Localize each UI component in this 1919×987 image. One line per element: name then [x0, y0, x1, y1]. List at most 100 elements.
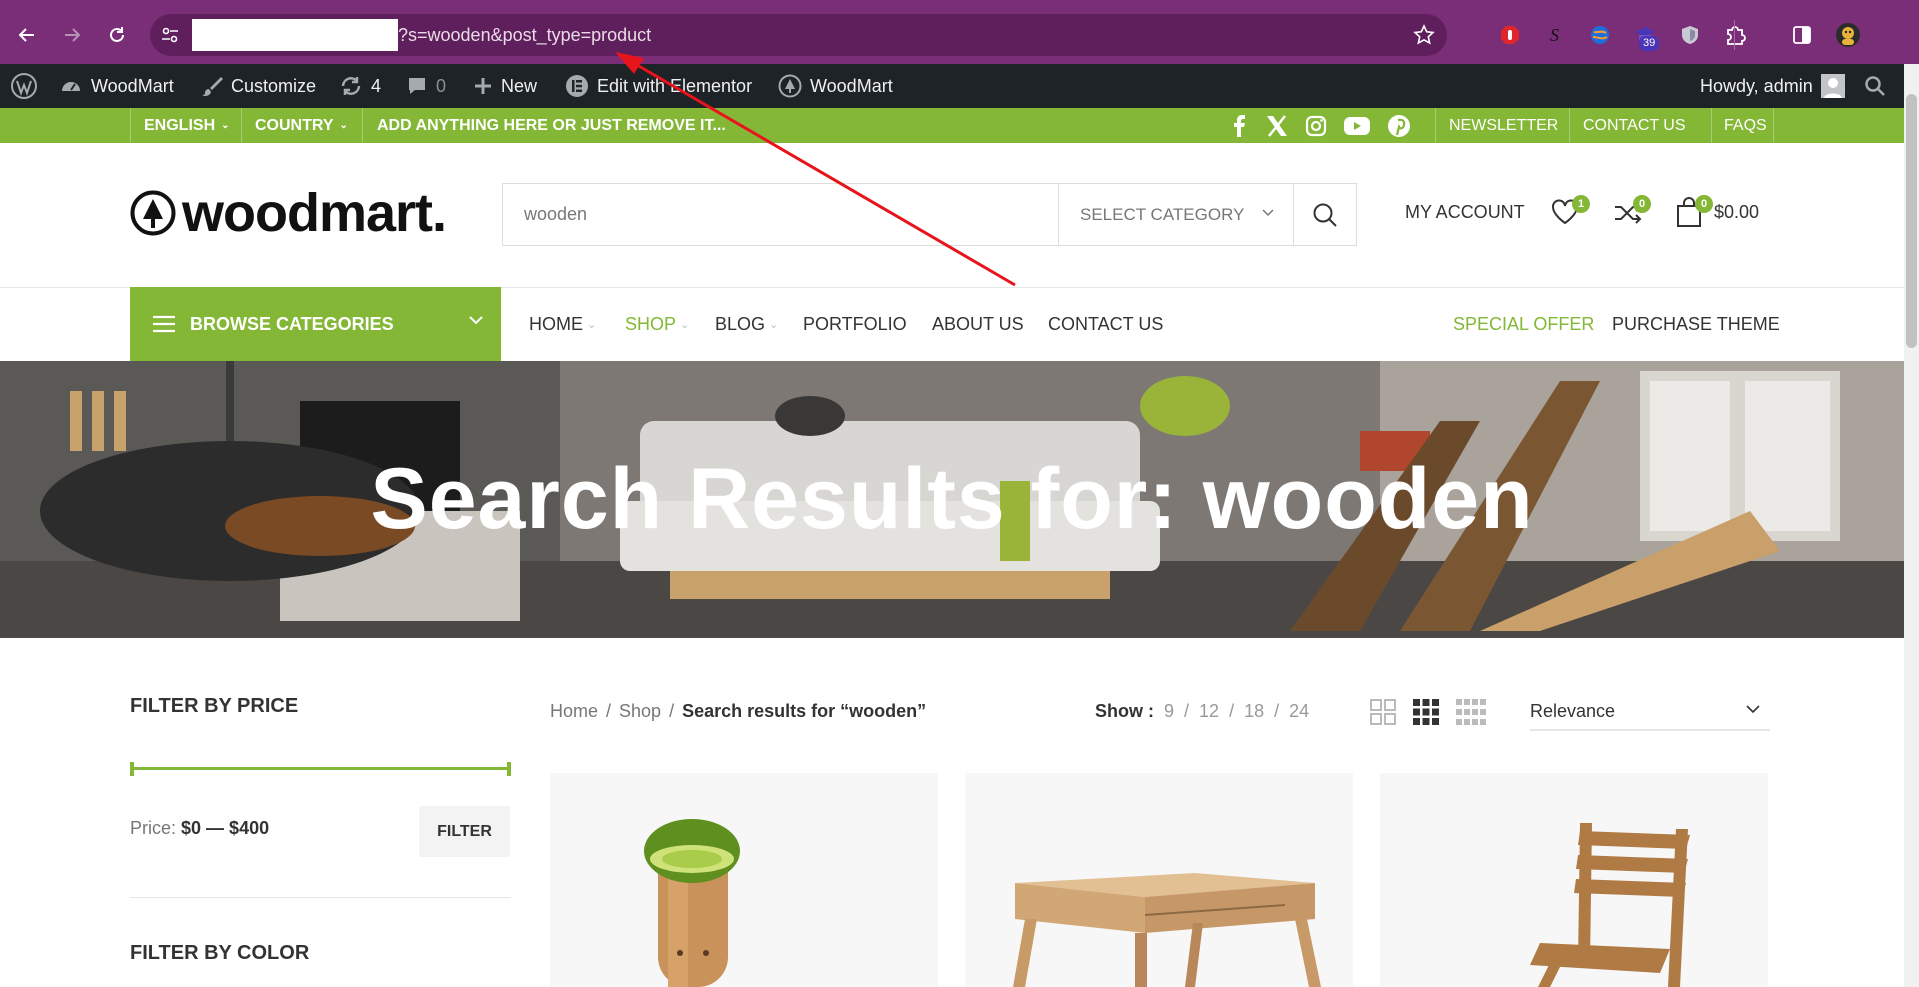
back-button[interactable]	[12, 20, 42, 50]
topbar-divider	[1569, 108, 1570, 143]
wordpress-logo-icon[interactable]	[10, 64, 38, 108]
nav-item-about-us[interactable]: ABOUT US	[932, 287, 1024, 361]
topbar-link-faqs[interactable]: FAQS	[1724, 108, 1767, 143]
page-scrollbar-thumb[interactable]	[1906, 94, 1917, 348]
logo-text: woodmart.	[182, 183, 447, 243]
nav-item-label: SHOP	[625, 313, 677, 334]
topbar-divider	[1773, 108, 1774, 143]
topbar-link-contact[interactable]: CONTACT US	[1583, 108, 1686, 143]
search-category-label: SELECT CATEGORY	[1080, 204, 1245, 224]
nav-purchase-theme[interactable]: PURCHASE THEME	[1612, 287, 1780, 361]
breadcrumb-shop[interactable]: Shop	[619, 701, 661, 722]
url-text[interactable]: ?s=wooden&post_type=product	[398, 25, 651, 46]
breadcrumb: Home / Shop / Search results for “wooden”	[550, 701, 927, 722]
sort-select[interactable]: Relevance	[1530, 693, 1770, 731]
grid-2-columns-icon[interactable]	[1370, 699, 1396, 725]
extension-globe-icon[interactable]	[1587, 22, 1613, 48]
product-image-wooden-chair	[1380, 773, 1768, 987]
cart-button[interactable]: $0.00	[1676, 196, 1759, 228]
adminbar-search-icon[interactable]	[1864, 64, 1886, 108]
adminbar-howdy: Howdy, admin	[1700, 75, 1813, 96]
brush-icon	[202, 77, 223, 96]
my-account-link[interactable]: MY ACCOUNT	[1405, 202, 1525, 223]
facebook-icon[interactable]	[1232, 108, 1246, 143]
site-topbar: ENGLISH ⌄ COUNTRY ⌄ ADD ANYTHING HERE OR J…	[0, 108, 1904, 143]
adminbar-site-link[interactable]: WoodMart	[59, 64, 174, 108]
browse-categories-label: BROWSE CATEGORIES	[190, 313, 394, 334]
adminbar-theme-link[interactable]: WoodMart	[778, 64, 893, 108]
topbar-divider	[1435, 108, 1436, 143]
adminbar-account[interactable]: Howdy, admin	[1700, 64, 1845, 108]
extension-adblock-icon[interactable]	[1497, 22, 1523, 48]
show-label: Show :	[1095, 701, 1154, 721]
search-category-select[interactable]: SELECT CATEGORY	[1058, 184, 1294, 245]
per-page-option[interactable]: 18	[1244, 701, 1264, 722]
reload-button[interactable]	[102, 20, 132, 50]
breadcrumb-home[interactable]: Home	[550, 701, 598, 722]
adminbar-elementor-link[interactable]: Edit with Elementor	[565, 64, 752, 108]
browse-categories-button[interactable]: BROWSE CATEGORIES	[130, 287, 501, 361]
adminbar-updates-link[interactable]: 4	[339, 64, 381, 108]
filter-price-title: FILTER BY PRICE	[130, 695, 299, 717]
updates-icon	[341, 77, 361, 95]
chevron-down-icon	[1262, 209, 1274, 217]
price-range-value: $0 — $400	[181, 818, 270, 838]
nav-item-blog[interactable]: BLOG ⌄	[715, 287, 778, 361]
bookmark-star-icon[interactable]	[1413, 24, 1435, 46]
comment-bubble-icon	[409, 78, 425, 94]
instagram-icon[interactable]	[1305, 108, 1327, 143]
extension-shield-icon[interactable]	[1677, 22, 1703, 48]
nav-item-label: ABOUT US	[932, 313, 1024, 334]
price-range-slider[interactable]	[130, 762, 511, 776]
chevron-down-icon: ⌄	[221, 120, 230, 131]
nav-item-portfolio[interactable]: PORTFOLIO	[803, 287, 907, 361]
nav-item-label: CONTACT US	[1048, 313, 1164, 334]
forward-button[interactable]	[57, 20, 87, 50]
woodmart-tree-icon	[778, 74, 802, 98]
nav-item-contact-us[interactable]: CONTACT US	[1048, 287, 1163, 361]
language-switcher[interactable]: ENGLISH ⌄	[144, 108, 230, 143]
per-page-option[interactable]: 24	[1289, 701, 1309, 722]
wp-admin-bar: WoodMart Customize 4 0 New Edit with Ele…	[0, 64, 1919, 108]
adminbar-customize-label: Customize	[231, 75, 317, 96]
nav-special-offer[interactable]: SPECIAL OFFER	[1453, 287, 1594, 361]
adminbar-comments-count: 0	[436, 75, 447, 96]
search-button[interactable]	[1293, 184, 1356, 245]
nav-item-label: PORTFOLIO	[803, 313, 907, 334]
site-settings-icon[interactable]	[160, 25, 180, 45]
product-card[interactable]	[965, 773, 1353, 987]
product-card[interactable]	[1380, 773, 1768, 987]
extension-s-icon[interactable]: S	[1542, 22, 1568, 48]
adminbar-customize-link[interactable]: Customize	[201, 64, 316, 108]
youtube-icon[interactable]	[1343, 108, 1371, 143]
sort-value: Relevance	[1530, 700, 1616, 721]
grid-4-columns-icon[interactable]	[1456, 699, 1486, 725]
search-form: SELECT CATEGORY	[502, 183, 1357, 246]
user-avatar-icon	[1820, 74, 1845, 98]
per-page-option[interactable]: 12	[1199, 701, 1219, 722]
country-switcher[interactable]: COUNTRY ⌄	[255, 108, 348, 143]
x-twitter-icon[interactable]	[1265, 108, 1289, 143]
chevron-down-icon: ⌄	[680, 318, 690, 331]
per-page-option[interactable]: 9	[1164, 701, 1174, 722]
filter-button[interactable]: FILTER	[419, 806, 510, 857]
profile-avatar-icon[interactable]	[1835, 22, 1861, 48]
side-panel-icon[interactable]	[1789, 22, 1815, 48]
product-image-wooden-figure-lime	[550, 773, 938, 987]
address-bar[interactable]: ?s=wooden&post_type=product	[150, 14, 1447, 56]
search-input[interactable]	[503, 184, 1058, 245]
reload-icon	[110, 27, 124, 42]
pinterest-icon[interactable]	[1387, 108, 1411, 143]
logo-tree-icon	[130, 190, 176, 236]
chevron-down-icon	[1746, 705, 1760, 714]
topbar-link-newsletter[interactable]: NEWSLETTER	[1449, 108, 1558, 143]
adminbar-elementor-label: Edit with Elementor	[597, 75, 753, 96]
site-logo[interactable]: woodmart.	[130, 182, 447, 244]
grid-3-columns-icon[interactable]	[1413, 699, 1439, 725]
extensions-puzzle-icon[interactable]	[1722, 22, 1748, 48]
nav-item-home[interactable]: HOME ⌄	[529, 287, 596, 361]
adminbar-comments-link[interactable]: 0	[406, 64, 446, 108]
product-card[interactable]	[550, 773, 938, 987]
adminbar-new-link[interactable]: New	[473, 64, 537, 108]
nav-item-shop[interactable]: SHOP ⌄	[625, 287, 689, 361]
